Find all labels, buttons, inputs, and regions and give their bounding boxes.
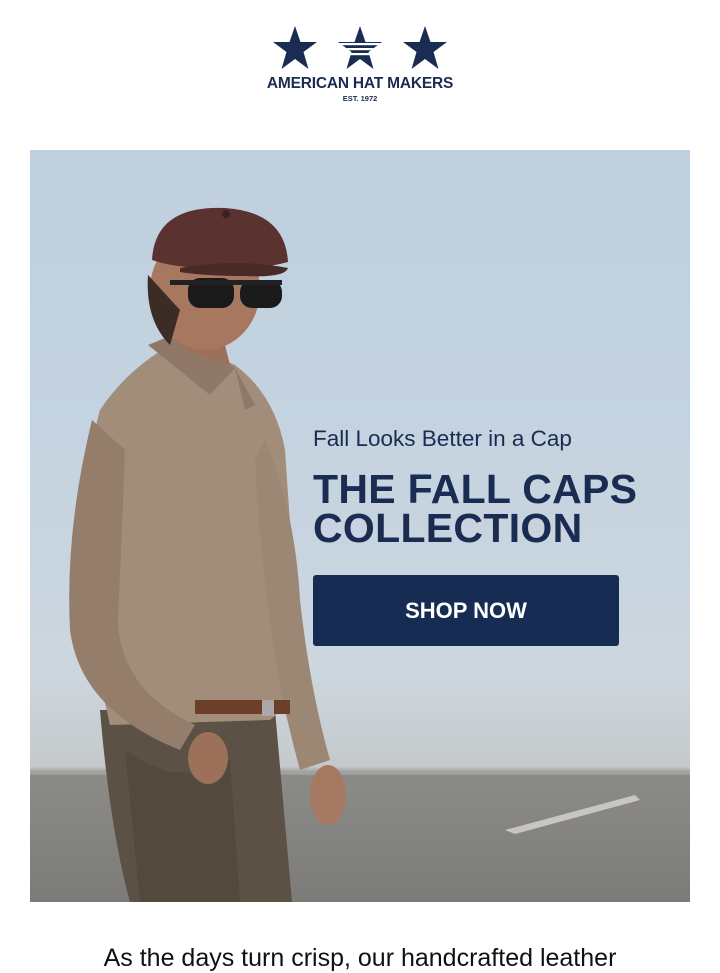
- brand-name[interactable]: AMERICAN HAT MAKERS: [0, 75, 720, 93]
- brand-established: EST. 1972: [342, 94, 378, 103]
- intro-paragraph: As the days turn crisp, our handcrafted …: [103, 944, 617, 972]
- star-icon: [403, 26, 447, 69]
- hero-title: THE FALL CAPS: [313, 466, 638, 512]
- hero-subtitle: Fall Looks Better in a Cap: [313, 426, 572, 451]
- hero-banner[interactable]: Fall Looks Better in a Cap THE FALL CAPS…: [30, 150, 690, 902]
- striped-star-icon: [338, 26, 382, 69]
- shop-now-button[interactable]: SHOP NOW: [313, 575, 619, 646]
- email-header: AMERICAN HAT MAKERS EST. 1972: [0, 0, 720, 150]
- star-icon: [273, 26, 317, 69]
- hero-title-line-2: COLLECTION: [313, 505, 583, 551]
